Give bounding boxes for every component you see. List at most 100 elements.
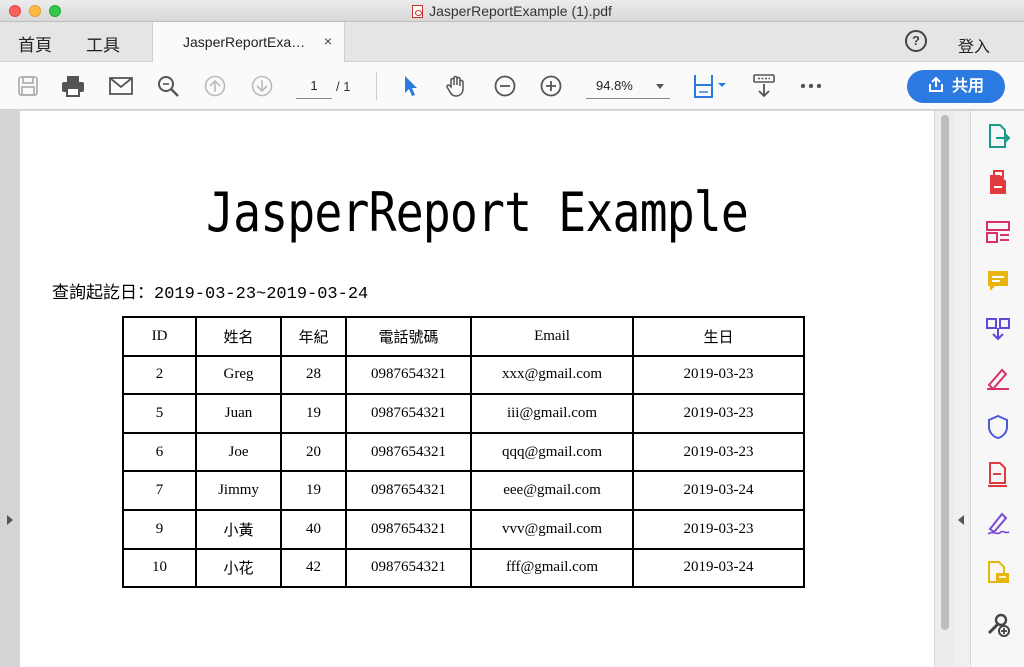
cell-email: fff@gmail.com: [470, 547, 634, 589]
query-date-range: 查詢起訖日：2019-03-23~2019-03-24: [52, 285, 369, 304]
tab-document[interactable]: JasperReportExa… ×: [152, 22, 345, 63]
table-row: 10 小花 42 0987654321 fff@gmail.com 2019-0…: [122, 547, 805, 589]
cell-phone: 0987654321: [345, 547, 472, 589]
cell-name: Joe: [195, 431, 282, 473]
signature-icon[interactable]: [985, 510, 1011, 536]
table-row: 6 Joe 20 0987654321 qqq@gmail.com 2019-0…: [122, 431, 805, 473]
column-header-phone: 電話號碼: [345, 316, 472, 357]
cell-email: eee@gmail.com: [470, 470, 634, 511]
cell-id: 10: [122, 547, 197, 589]
collapse-right-pane-icon: [958, 515, 964, 525]
more-tools-icon[interactable]: [985, 611, 1011, 637]
hand-icon[interactable]: [443, 72, 471, 100]
cell-id: 7: [122, 470, 197, 511]
combine-files-icon[interactable]: [985, 316, 1011, 342]
share-button[interactable]: 共用: [907, 70, 1005, 103]
table-row: 7 Jimmy 19 0987654321 eee@gmail.com 2019…: [122, 470, 805, 511]
scroll-mode-icon[interactable]: [750, 72, 778, 100]
pdf-file-icon: [412, 5, 424, 18]
window-titlebar: JasperReportExample (1).pdf: [0, 0, 1024, 22]
left-pane-toggle[interactable]: [0, 111, 20, 667]
table-row: 9 小黃 40 0987654321 vvv@gmail.com 2019-03…: [122, 508, 805, 550]
page-number-input[interactable]: 1: [296, 75, 332, 99]
toolbar-divider: [376, 72, 377, 100]
right-pane-toggle[interactable]: [954, 111, 970, 667]
cell-name: 小黃: [195, 508, 282, 550]
more-icon[interactable]: [797, 72, 825, 100]
cell-name: 小花: [195, 547, 282, 589]
cell-birthday: 2019-03-24: [632, 470, 805, 511]
cell-email: xxx@gmail.com: [470, 354, 634, 396]
cell-email: vvv@gmail.com: [470, 508, 634, 550]
cell-age: 28: [280, 354, 347, 396]
close-tab-button[interactable]: ×: [324, 33, 332, 49]
column-header-name: 姓名: [195, 316, 282, 357]
cell-birthday: 2019-03-23: [632, 508, 805, 550]
cell-id: 9: [122, 508, 197, 550]
column-header-birthday: 生日: [632, 316, 805, 357]
zoom-level-value: 94.8%: [596, 78, 633, 93]
cell-age: 42: [280, 547, 347, 589]
print-icon[interactable]: [59, 72, 87, 100]
cell-id: 2: [122, 354, 197, 396]
expand-left-pane-icon: [7, 515, 13, 525]
create-pdf-icon[interactable]: [985, 170, 1011, 196]
cell-age: 19: [280, 393, 347, 434]
fill-sign-icon[interactable]: [985, 365, 1011, 391]
window-title-text: JasperReportExample (1).pdf: [429, 3, 612, 19]
cell-age: 20: [280, 431, 347, 473]
column-header-age: 年紀: [280, 316, 347, 357]
cell-name: Juan: [195, 393, 282, 434]
edit-pdf-icon[interactable]: [985, 461, 1011, 487]
scrollbar-thumb[interactable]: [941, 115, 949, 630]
email-icon[interactable]: [107, 72, 135, 100]
page-total: / 1: [336, 79, 351, 94]
cell-phone: 0987654321: [345, 470, 472, 511]
column-header-id: ID: [122, 316, 197, 357]
comment-icon[interactable]: [985, 268, 1011, 294]
cell-birthday: 2019-03-24: [632, 547, 805, 589]
cell-email: iii@gmail.com: [470, 393, 634, 434]
tab-tools[interactable]: 工具: [86, 31, 120, 56]
cell-name: Greg: [195, 354, 282, 396]
toolbar: 1 / 1 94.8% 共用: [0, 62, 1024, 110]
cell-birthday: 2019-03-23: [632, 354, 805, 396]
zoom-in-icon[interactable]: [537, 72, 565, 100]
zoom-search-icon[interactable]: [154, 72, 182, 100]
cell-email: qqq@gmail.com: [470, 431, 634, 473]
organize-pages-icon[interactable]: [985, 219, 1011, 245]
cell-phone: 0987654321: [345, 431, 472, 473]
cell-name: Jimmy: [195, 470, 282, 511]
page-down-icon[interactable]: [248, 72, 276, 100]
cell-phone: 0987654321: [345, 393, 472, 434]
export-pdf-icon[interactable]: [985, 123, 1011, 149]
zoom-level-dropdown[interactable]: 94.8%: [586, 75, 670, 99]
protect-icon[interactable]: [985, 414, 1011, 440]
zoom-out-icon[interactable]: [491, 72, 519, 100]
page-up-icon[interactable]: [201, 72, 229, 100]
window-title: JasperReportExample (1).pdf: [0, 3, 1024, 19]
report-title: JasperReport Example: [206, 181, 749, 244]
tab-bar: 首頁 工具 JasperReportExa… × ? 登入: [0, 22, 1024, 63]
cell-id: 5: [122, 393, 197, 434]
cell-birthday: 2019-03-23: [632, 393, 805, 434]
vertical-scrollbar[interactable]: [934, 111, 954, 667]
cell-phone: 0987654321: [345, 508, 472, 550]
table-header-row: ID 姓名 年紀 電話號碼 Email 生日: [122, 316, 805, 357]
share-icon: [928, 70, 944, 103]
tab-document-label: JasperReportExa…: [183, 34, 306, 50]
tab-home[interactable]: 首頁: [18, 31, 52, 56]
cell-age: 19: [280, 470, 347, 511]
chevron-down-icon: [656, 84, 664, 89]
fit-page-icon[interactable]: [690, 72, 730, 100]
share-label: 共用: [951, 78, 984, 95]
save-icon[interactable]: [14, 72, 42, 100]
cell-age: 40: [280, 508, 347, 550]
column-header-email: Email: [470, 316, 634, 357]
cell-phone: 0987654321: [345, 354, 472, 396]
send-for-review-icon[interactable]: [985, 560, 1011, 586]
login-button[interactable]: 登入: [958, 33, 990, 57]
help-button[interactable]: ?: [905, 30, 927, 52]
report-table: ID 姓名 年紀 電話號碼 Email 生日 2 Greg 28 0987654…: [122, 316, 805, 589]
select-arrow-icon[interactable]: [397, 72, 425, 100]
